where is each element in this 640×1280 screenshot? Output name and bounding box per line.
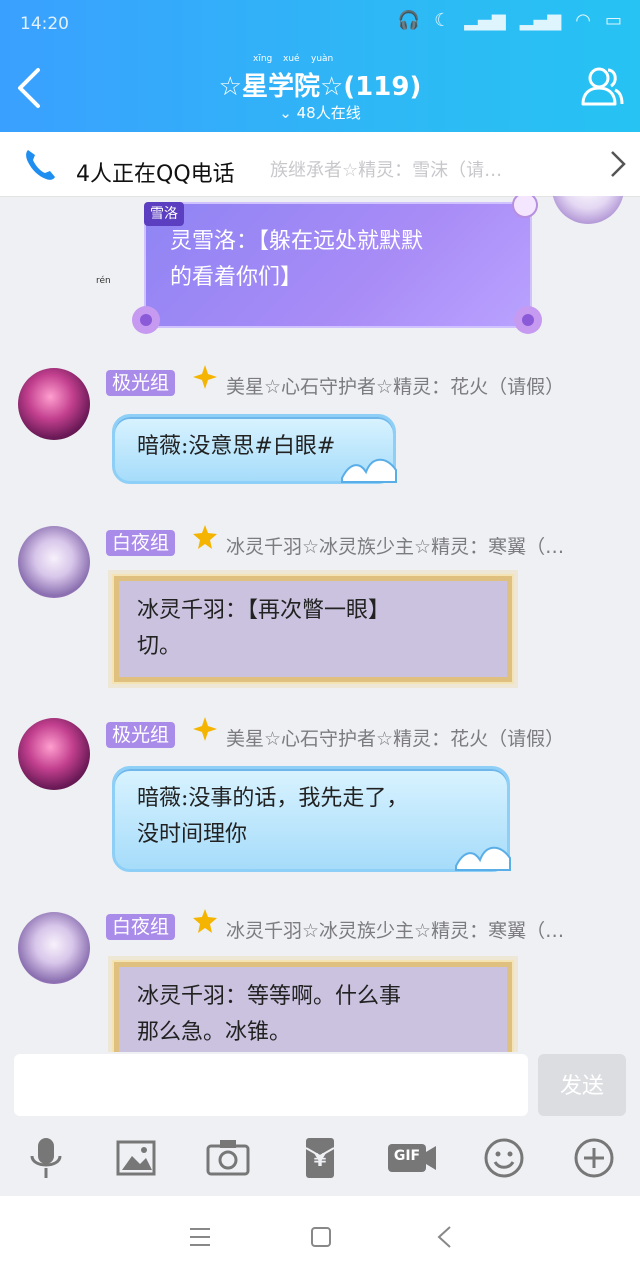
message-bubble[interactable]: 冰灵千羽：【再次瞥一眼】 切。 bbox=[112, 574, 514, 684]
group-badge: 极光组 bbox=[106, 370, 176, 396]
signal-icon-2: ▂▄▆ bbox=[519, 10, 562, 31]
phone-icon bbox=[26, 150, 55, 180]
avatar[interactable] bbox=[18, 718, 90, 790]
sender-nickname[interactable]: 冰灵千羽☆冰灵族少主☆精灵：寒翼（… bbox=[226, 916, 564, 943]
message-text: 冰灵千羽：等等啊。什么事 那么急。冰锥。 bbox=[137, 984, 402, 1045]
signal-icon: ▂▄▆ bbox=[464, 10, 506, 31]
snowflake-icon bbox=[132, 306, 160, 334]
input-toolbar: ¥ GIF bbox=[0, 1124, 640, 1194]
star-badge-icon bbox=[193, 525, 217, 549]
group-title[interactable]: ☆星学院☆(119) bbox=[0, 66, 640, 103]
menu-icon[interactable] bbox=[188, 1226, 212, 1248]
avatar[interactable] bbox=[18, 526, 90, 598]
back-nav-icon[interactable] bbox=[434, 1224, 454, 1250]
system-nav-bar bbox=[0, 1196, 640, 1280]
group-badge: 极光组 bbox=[106, 722, 176, 748]
snowflake-icon bbox=[514, 306, 542, 334]
red-packet-icon[interactable]: ¥ bbox=[294, 1132, 346, 1184]
chevron-down-icon: ⌄ bbox=[279, 104, 292, 122]
sender-nickname[interactable]: 美星☆心石守护者☆精灵：花火（请假） bbox=[226, 724, 564, 751]
yen-glyph: ¥ bbox=[313, 1150, 327, 1171]
plus-icon[interactable] bbox=[568, 1132, 620, 1184]
call-bar-overlap-text: 族继承者☆精灵：雪沫（请… bbox=[270, 160, 503, 181]
message-text: 灵雪洛：【躲在远处就默默 的看着你们】 bbox=[170, 229, 424, 290]
message-bubble[interactable]: 灵雪洛：【躲在远处就默默 的看着你们】 bbox=[144, 202, 532, 328]
sender-nickname[interactable]: 冰灵千羽☆冰灵族少主☆精灵：寒翼（… bbox=[226, 532, 564, 559]
message-bubble[interactable]: 冰灵千羽：等等啊。什么事 那么急。冰锥。 bbox=[112, 960, 514, 1052]
message-text: 冰灵千羽：【再次瞥一眼】 切。 bbox=[137, 598, 391, 659]
avatar[interactable] bbox=[18, 912, 90, 984]
emoji-icon[interactable] bbox=[478, 1132, 530, 1184]
home-icon[interactable] bbox=[310, 1226, 332, 1248]
mic-icon[interactable] bbox=[20, 1132, 72, 1184]
group-badge: 白夜组 bbox=[106, 530, 176, 556]
lollipop-icon bbox=[512, 196, 538, 218]
wifi-icon: ◠ bbox=[575, 10, 591, 31]
star-badge-icon bbox=[193, 365, 217, 389]
star-badge-icon bbox=[193, 717, 217, 741]
message-input[interactable] bbox=[14, 1054, 528, 1116]
status-icons: 🎧 ☾ ▂▄▆ ▂▄▆ ◠ ▭ bbox=[398, 10, 622, 31]
ruby-xing: xīng bbox=[253, 54, 273, 64]
gif-label: GIF bbox=[393, 1148, 421, 1164]
camera-icon[interactable] bbox=[202, 1132, 254, 1184]
call-status-text: 4人正在QQ电话 bbox=[76, 162, 235, 187]
star-badge-icon bbox=[193, 909, 217, 933]
message-text: 暗薇:没意思#白眼# bbox=[137, 434, 336, 459]
avatar[interactable] bbox=[552, 196, 624, 224]
wave-decor-icon bbox=[455, 846, 511, 871]
chevron-right-icon bbox=[611, 151, 626, 177]
message-bubble[interactable]: 暗薇:没事的话，我先走了， 没时间理你 bbox=[112, 766, 510, 872]
avatar[interactable] bbox=[18, 368, 90, 440]
group-members-button[interactable] bbox=[578, 62, 626, 110]
group-badge: 白夜组 bbox=[106, 914, 176, 940]
online-count: ⌄ 48人在线 bbox=[279, 104, 361, 122]
sender-nickname[interactable]: 美星☆心石守护者☆精灵：花火（请假） bbox=[226, 372, 564, 399]
message-text: 暗薇:没事的话，我先走了， 没时间理你 bbox=[137, 786, 409, 847]
gif-icon[interactable]: GIF bbox=[386, 1132, 438, 1184]
ruby-yuan: yuàn bbox=[311, 54, 334, 64]
bubble-tag: 雪洛 bbox=[144, 202, 184, 226]
battery-icon: ▭ bbox=[604, 10, 622, 31]
send-button[interactable]: 发送 bbox=[538, 1054, 626, 1116]
title-bar: 14:20 🎧 ☾ ▂▄▆ ▂▄▆ ◠ ▭ xīng xué yuàn ☆星学院… bbox=[0, 0, 640, 132]
ruby-xue: xué bbox=[283, 54, 300, 64]
moon-icon: ☾ bbox=[434, 10, 451, 31]
status-time: 14:20 bbox=[20, 14, 69, 34]
wave-decor-icon bbox=[341, 458, 397, 483]
image-icon[interactable] bbox=[110, 1132, 162, 1184]
chat-list[interactable]: 灵雪洛：【躲在远处就默默 的看着你们】 雪洛 极光组 美星☆心石守护者☆精灵：花… bbox=[0, 196, 640, 1052]
headphone-icon: 🎧 bbox=[397, 10, 421, 31]
group-call-bar[interactable]: 族继承者☆精灵：雪沫（请… rén 4人正在QQ电话 bbox=[0, 132, 640, 286]
